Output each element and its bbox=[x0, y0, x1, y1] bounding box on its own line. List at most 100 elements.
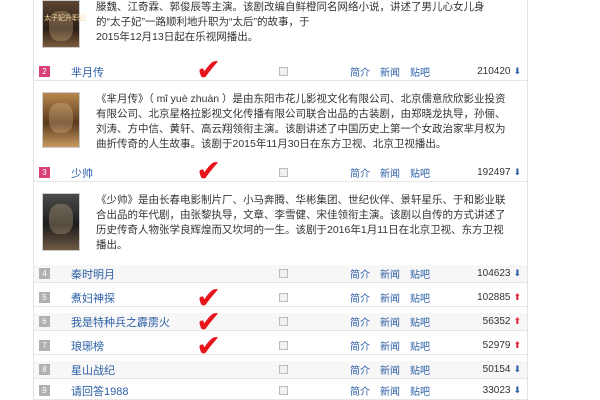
search-count: 192497 ⬇ bbox=[477, 167, 521, 178]
table-row[interactable]: 6 我是特种兵之霹雳火 简介 新闻 贴吧 56352 ⬆ bbox=[34, 313, 527, 331]
drama-title-link[interactable]: 琅琊榜 bbox=[71, 338, 104, 354]
row-links: 简介 新闻 贴吧 bbox=[350, 64, 430, 79]
arrow-up-icon: ⬆ bbox=[513, 316, 521, 326]
desc-rank-3: 《少帅》是由长春电影制片厂、小马奔腾、华彬集团、世纪伙伴、景轩星乐、于和影业联合… bbox=[34, 183, 527, 265]
square-icon[interactable] bbox=[279, 317, 288, 326]
desc-line-1: 滕魏、江奇霖、郭俊辰等主演。该剧改编自鲜橙同名网络小说，讲述了男儿心女儿身的“太… bbox=[96, 1, 485, 28]
search-count: 52979 ⬆ bbox=[483, 340, 521, 351]
count-value: 102885 bbox=[477, 292, 511, 303]
forum-link[interactable]: 贴吧 bbox=[410, 266, 430, 281]
drama-title-link[interactable]: 秦时明月 bbox=[71, 266, 115, 282]
search-count: 56352 ⬆ bbox=[483, 316, 521, 327]
intro-link[interactable]: 简介 bbox=[350, 362, 370, 377]
row-links: 简介 新闻 贴吧 bbox=[350, 314, 430, 329]
square-icon[interactable] bbox=[279, 168, 288, 177]
news-link[interactable]: 新闻 bbox=[380, 383, 400, 398]
drama-title-link[interactable]: 星山战纪 bbox=[71, 362, 115, 378]
search-count: 50154 ⬇ bbox=[483, 364, 521, 375]
square-icon[interactable] bbox=[279, 293, 288, 302]
poster-caption: 太子妃升职记 bbox=[44, 15, 86, 22]
news-link[interactable]: 新闻 bbox=[380, 290, 400, 305]
rank-badge: 4 bbox=[39, 268, 50, 279]
intro-link[interactable]: 简介 bbox=[350, 383, 370, 398]
search-count: 102885 ⬆ bbox=[477, 292, 521, 303]
search-count: 210420 ⬇ bbox=[477, 66, 521, 77]
forum-link[interactable]: 贴吧 bbox=[410, 64, 430, 79]
desc-text-2: 《芈月传》（ mǐ yuè zhuàn ）是由东阳市花儿影视文化有限公司、北京儒… bbox=[96, 93, 506, 150]
news-link[interactable]: 新闻 bbox=[380, 64, 400, 79]
row-links: 简介 新闻 贴吧 bbox=[350, 383, 430, 398]
square-icon[interactable] bbox=[279, 386, 288, 395]
table-row[interactable]: 9 请回答1988 简介 新闻 贴吧 33023 ⬇ bbox=[34, 382, 527, 400]
poster-image bbox=[49, 204, 73, 234]
table-row[interactable]: 7 琅琊榜 简介 新闻 贴吧 52979 ⬆ bbox=[34, 337, 527, 355]
search-count: 33023 ⬇ bbox=[483, 385, 521, 396]
desc-text-3: 《少帅》是由长春电影制片厂、小马奔腾、华彬集团、世纪伙伴、景轩星乐、于和影业联合… bbox=[96, 194, 506, 251]
news-link[interactable]: 新闻 bbox=[380, 165, 400, 180]
arrow-down-icon: ⬇ bbox=[513, 66, 521, 76]
rank-badge: 8 bbox=[39, 364, 50, 375]
count-value: 33023 bbox=[482, 385, 511, 396]
intro-link[interactable]: 简介 bbox=[350, 64, 370, 79]
table-row[interactable]: 2 芈月传 简介 新闻 贴吧 210420 ⬇ bbox=[34, 63, 527, 81]
news-link[interactable]: 新闻 bbox=[380, 362, 400, 377]
table-row[interactable]: 5 煮妇神探 简介 新闻 贴吧 102885 ⬆ bbox=[34, 289, 527, 307]
table-row[interactable]: 3 少帅 简介 新闻 贴吧 192497 ⬇ bbox=[34, 164, 527, 182]
row-links: 简介 新闻 贴吧 bbox=[350, 266, 430, 281]
row-links: 简介 新闻 贴吧 bbox=[350, 362, 430, 377]
row-links: 简介 新闻 贴吧 bbox=[350, 338, 430, 353]
search-count: 104623 ⬇ bbox=[477, 268, 521, 279]
count-value: 210420 bbox=[477, 66, 511, 77]
poster-rank-2[interactable] bbox=[42, 92, 80, 148]
rank-badge: 9 bbox=[39, 385, 50, 396]
square-icon[interactable] bbox=[279, 341, 288, 350]
desc-rank-1: 太子妃升职记 滕魏、江奇霖、郭俊辰等主演。该剧改编自鲜橙同名网络小说，讲述了男儿… bbox=[34, 0, 527, 62]
arrow-up-icon: ⬆ bbox=[513, 340, 521, 350]
desc-line-2: 2015年12月13日起在乐视网播出。 bbox=[96, 31, 259, 43]
count-value: 104623 bbox=[477, 268, 511, 279]
arrow-down-icon: ⬇ bbox=[513, 385, 521, 395]
square-icon[interactable] bbox=[279, 365, 288, 374]
intro-link[interactable]: 简介 bbox=[350, 266, 370, 281]
news-link[interactable]: 新闻 bbox=[380, 338, 400, 353]
arrow-up-icon: ⬆ bbox=[513, 292, 521, 302]
row-links: 简介 新闻 贴吧 bbox=[350, 165, 430, 180]
rank-badge: 7 bbox=[39, 340, 50, 351]
news-link[interactable]: 新闻 bbox=[380, 266, 400, 281]
table-row[interactable]: 8 星山战纪 简介 新闻 贴吧 50154 ⬇ bbox=[34, 361, 527, 379]
intro-link[interactable]: 简介 bbox=[350, 338, 370, 353]
rank-badge: 5 bbox=[39, 292, 50, 303]
rank-badge: 3 bbox=[39, 167, 50, 178]
count-value: 56352 bbox=[482, 316, 511, 327]
count-value: 52979 bbox=[482, 340, 511, 351]
poster-rank-1[interactable]: 太子妃升职记 bbox=[42, 0, 86, 48]
table-row[interactable]: 4 秦时明月 简介 新闻 贴吧 104623 ⬇ bbox=[34, 265, 527, 283]
square-icon[interactable] bbox=[279, 67, 288, 76]
drama-title-link[interactable]: 少帅 bbox=[71, 165, 93, 181]
forum-link[interactable]: 贴吧 bbox=[410, 290, 430, 305]
arrow-down-icon: ⬇ bbox=[513, 167, 521, 177]
forum-link[interactable]: 贴吧 bbox=[410, 338, 430, 353]
rank-badge: 2 bbox=[39, 66, 50, 77]
rank-badge: 6 bbox=[39, 316, 50, 327]
forum-link[interactable]: 贴吧 bbox=[410, 383, 430, 398]
intro-link[interactable]: 简介 bbox=[350, 165, 370, 180]
arrow-down-icon: ⬇ bbox=[513, 364, 521, 374]
intro-link[interactable]: 简介 bbox=[350, 314, 370, 329]
count-value: 192497 bbox=[477, 167, 511, 178]
poster-rank-3[interactable] bbox=[42, 193, 80, 251]
desc-rank-2: 《芈月传》（ mǐ yuè zhuàn ）是由东阳市花儿影视文化有限公司、北京儒… bbox=[34, 82, 527, 164]
drama-title-link[interactable]: 煮妇神探 bbox=[71, 290, 115, 306]
drama-title-link[interactable]: 我是特种兵之霹雳火 bbox=[71, 314, 170, 330]
forum-link[interactable]: 贴吧 bbox=[410, 362, 430, 377]
desc-text-1: 滕魏、江奇霖、郭俊辰等主演。该剧改编自鲜橙同名网络小说，讲述了男儿心女儿身的“太… bbox=[96, 0, 507, 45]
news-link[interactable]: 新闻 bbox=[380, 314, 400, 329]
count-value: 50154 bbox=[482, 364, 511, 375]
square-icon[interactable] bbox=[279, 269, 288, 278]
ranking-list: 太子妃升职记 滕魏、江奇霖、郭俊辰等主演。该剧改编自鲜橙同名网络小说，讲述了男儿… bbox=[33, 0, 528, 400]
forum-link[interactable]: 贴吧 bbox=[410, 314, 430, 329]
forum-link[interactable]: 贴吧 bbox=[410, 165, 430, 180]
intro-link[interactable]: 简介 bbox=[350, 290, 370, 305]
drama-title-link[interactable]: 请回答1988 bbox=[71, 383, 128, 399]
drama-title-link[interactable]: 芈月传 bbox=[71, 64, 104, 80]
